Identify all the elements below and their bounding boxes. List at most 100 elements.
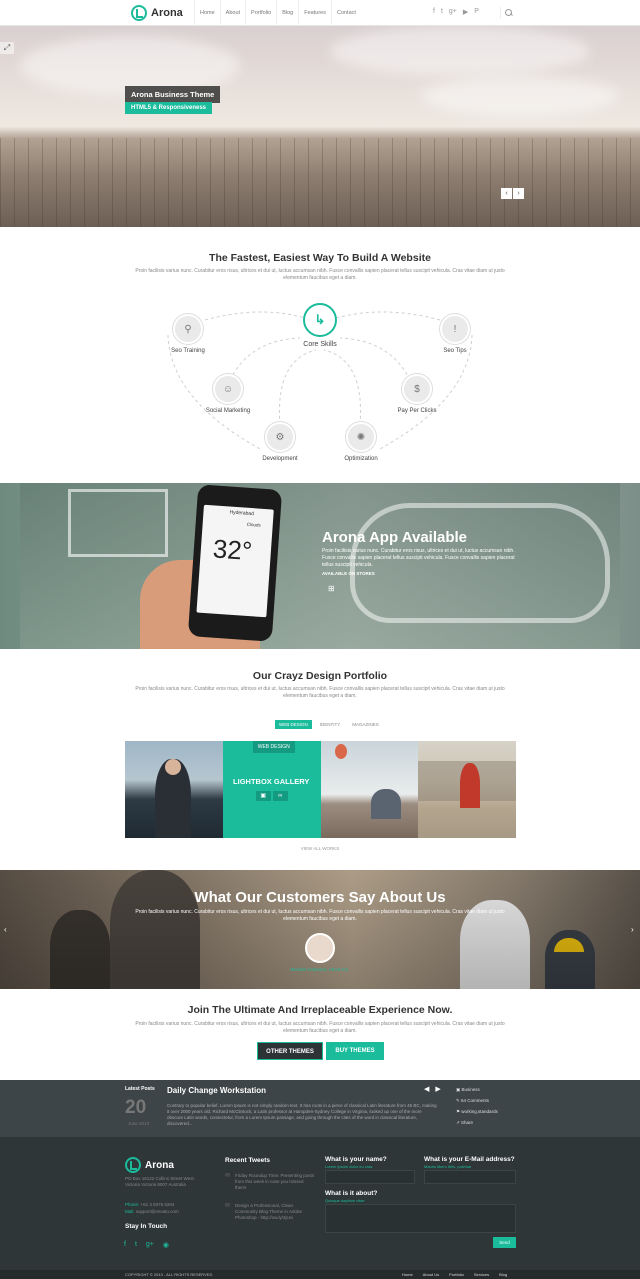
portfolio-tile[interactable] <box>125 741 223 838</box>
skill-optimization: ✺ Optimization <box>321 422 401 462</box>
logo-icon <box>131 5 147 21</box>
skill-social-marketing: ☺ Social Marketing <box>188 374 268 414</box>
settings-icon: ✺ <box>346 422 376 452</box>
filter-identity[interactable]: IDENTITY <box>316 720 345 729</box>
skill-seo-training: ⚲ Seo Training <box>148 314 228 354</box>
youtube-icon[interactable]: ▶ <box>463 8 468 16</box>
nav-home[interactable]: Home <box>194 0 220 26</box>
app-text: Proin facilisis varius nunc. Curabitur e… <box>322 548 515 568</box>
portfolio-tile-hover[interactable]: WEB DESIGN LIGHTBOX GALLERY ▣ ∞ <box>222 741 321 838</box>
bottom-nav-blog[interactable]: Blog <box>499 1272 507 1277</box>
site-header: Arona Home About Portfolio Blog Features… <box>0 0 640 26</box>
name-input[interactable] <box>325 1170 415 1184</box>
footer-logo[interactable]: Arona <box>125 1157 174 1173</box>
post-month: June 2013 <box>128 1121 150 1126</box>
twitter-icon[interactable]: t <box>135 1241 137 1249</box>
nav-portfolio[interactable]: Portfolio <box>245 0 276 26</box>
header-social: f t g+ ▶ P <box>433 8 479 16</box>
portfolio-tile[interactable] <box>418 741 516 838</box>
nav-features[interactable]: Features <box>298 0 331 26</box>
skill-development: ⚙ Development <box>240 422 320 462</box>
skills-title: The Fastest, Easiest Way To Build A Webs… <box>209 252 431 264</box>
view-all-link[interactable]: VIEW ALL WORKS <box>0 846 640 851</box>
page: Arona Home About Portfolio Blog Features… <box>0 0 640 1279</box>
about-question: What is it about? <box>325 1190 378 1197</box>
hero-subtitle: HTML5 & Responsiveness <box>125 102 213 114</box>
portfolio-title: Our Crayz Design Portfolio <box>252 670 388 682</box>
mail-address[interactable]: support@envato.com <box>136 1209 179 1214</box>
slider-expand-icon[interactable]: ⤢ <box>0 42 14 54</box>
post-share[interactable]: ↗ Share <box>456 1117 498 1128</box>
post-prev-icon[interactable]: ◀ <box>424 1085 429 1093</box>
portfolio-tile[interactable] <box>320 741 419 838</box>
tile-category: WEB DESIGN <box>252 741 295 753</box>
name-question: What is your name? <box>325 1156 387 1163</box>
skill-seo-tips: ! Seo Tips <box>415 314 495 354</box>
image-icon[interactable]: ▣ <box>255 791 271 801</box>
google-plus-icon[interactable]: g+ <box>146 1241 154 1249</box>
cta-title: Join The Ultimate And Irreplaceable Expe… <box>187 1004 453 1016</box>
app-available-label: AVAILABLE ON STORES <box>322 571 375 576</box>
send-button[interactable]: Send <box>493 1237 516 1248</box>
testimonial-prev-button[interactable]: ‹ <box>4 925 7 934</box>
buy-themes-button[interactable]: BUY THEMES <box>326 1042 384 1060</box>
site-footer <box>0 1137 640 1270</box>
link-icon[interactable]: ∞ <box>272 791 288 801</box>
recent-tweets-title: Recent Tweets <box>225 1157 271 1164</box>
google-plus-icon[interactable]: g+ <box>449 8 457 16</box>
nav-about[interactable]: About <box>219 0 245 26</box>
post-tags[interactable]: ⚑ working,standards <box>456 1106 498 1117</box>
mail-label: Mail: <box>125 1209 135 1214</box>
other-themes-button[interactable]: OTHER THEMES <box>257 1042 323 1060</box>
tweet-item: Design a Professional, Clean Community B… <box>225 1203 315 1221</box>
post-next-icon[interactable]: ▶ <box>435 1085 440 1093</box>
wood-deck <box>0 138 640 227</box>
skill-label: Seo Tips <box>443 348 467 354</box>
footer-social: f t g+ ◉ <box>124 1241 169 1249</box>
windows-icon[interactable]: ⊞ <box>328 584 335 593</box>
hero-slider: ⤢ <box>0 26 640 227</box>
bottom-nav-home[interactable]: Home <box>402 1272 413 1277</box>
post-category[interactable]: ▣ Business <box>456 1084 498 1095</box>
main-nav: Home About Portfolio Blog Features Conta… <box>194 0 361 26</box>
tweet-item: Friday Roundup Time: Presenting posts fr… <box>225 1173 315 1191</box>
skills-text: Proin facilisis varius nunc. Curabitur e… <box>135 268 505 281</box>
search-icon[interactable] <box>500 7 512 19</box>
gears-icon: ⚙ <box>265 422 295 452</box>
footer-address: PO Box 16122 Collins Street West Victori… <box>125 1176 194 1187</box>
portfolio-grid: WEB DESIGN LIGHTBOX GALLERY ▣ ∞ <box>125 741 516 838</box>
facebook-icon[interactable]: f <box>124 1241 126 1249</box>
bottom-nav-about[interactable]: About Us <box>423 1272 439 1277</box>
twitter-icon[interactable]: t <box>441 8 443 16</box>
hero-next-button[interactable]: › <box>513 188 524 199</box>
nav-contact[interactable]: Contact <box>330 0 361 26</box>
skill-label: Pay Per Clicks <box>397 408 437 414</box>
bottom-nav-portfolio[interactable]: Portfolio <box>449 1272 464 1277</box>
lightbulb-icon: ! <box>440 314 470 344</box>
pinterest-icon[interactable]: P <box>474 8 479 16</box>
filter-magazines[interactable]: MAGAZINES <box>348 720 383 729</box>
facebook-icon[interactable]: f <box>433 8 435 16</box>
person-laptop-image <box>370 789 401 819</box>
about-hint: Quisque dapibus vitae <box>325 1198 365 1203</box>
bottom-nav: Home About Us Portfolio Services Blog <box>402 1272 507 1277</box>
bottom-nav-services[interactable]: Services <box>474 1272 489 1277</box>
rss-icon[interactable]: ◉ <box>163 1241 169 1249</box>
phone-image: Hyderabad Clouds 32° <box>187 484 283 642</box>
post-comments[interactable]: ✎ 64 Comments <box>456 1095 498 1106</box>
phone-screen: Hyderabad Clouds 32° <box>196 504 274 618</box>
nav-blog[interactable]: Blog <box>276 0 298 26</box>
logo[interactable]: Arona <box>131 5 183 21</box>
testimonial-avatar <box>305 933 335 963</box>
portfolio-text: Proin facilisis varius nunc. Curabitur e… <box>135 686 505 699</box>
skill-label: Development <box>262 456 298 462</box>
email-input[interactable] <box>424 1170 516 1184</box>
hero-prev-button[interactable]: ‹ <box>501 188 512 199</box>
testimonial-next-button[interactable]: › <box>631 925 634 934</box>
core-skills-label: Core Skills <box>303 341 337 348</box>
skill-label: Social Marketing <box>205 408 251 414</box>
message-textarea[interactable] <box>325 1204 516 1233</box>
person-head <box>165 759 181 775</box>
filter-web-design[interactable]: WEB DESIGN <box>275 720 312 729</box>
post-title[interactable]: Daily Change Workstation <box>167 1086 266 1095</box>
